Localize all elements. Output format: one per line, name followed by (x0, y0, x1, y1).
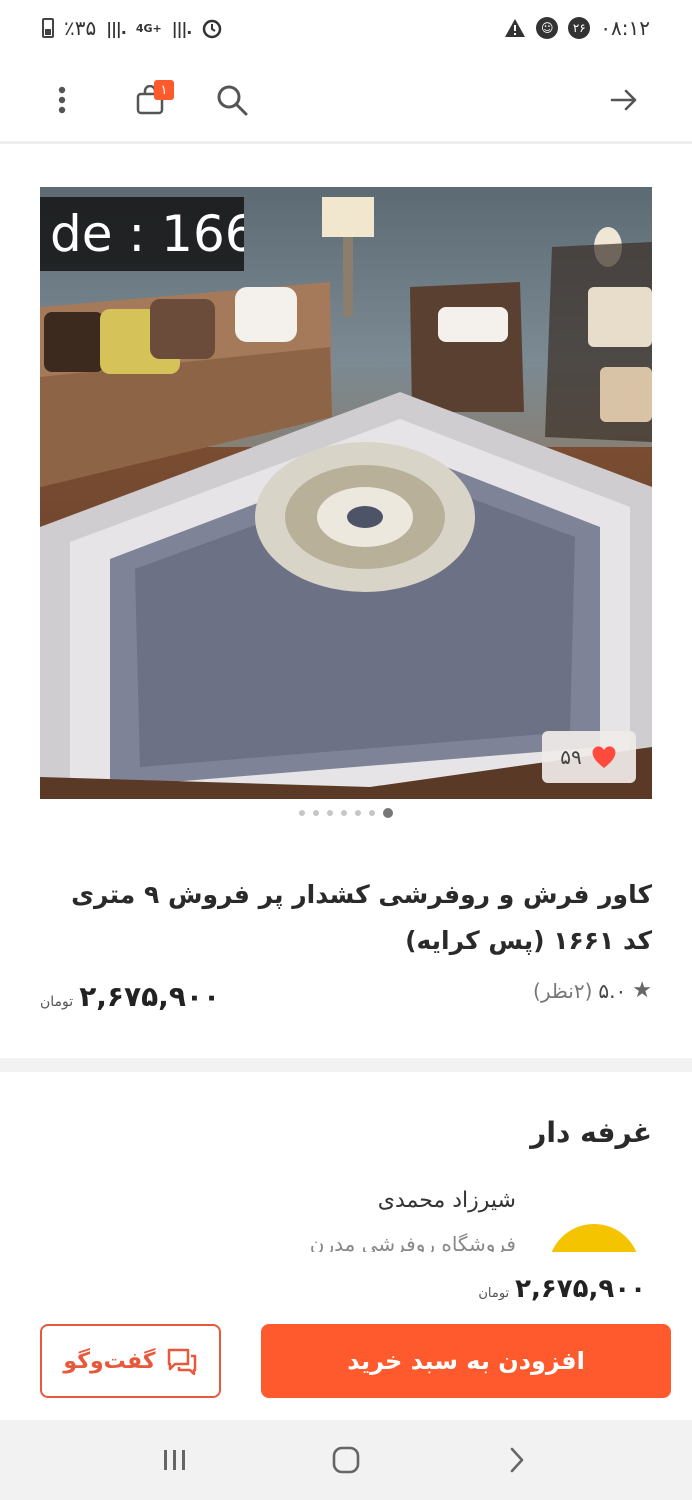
system-nav-bar (0, 1420, 692, 1500)
battery-icon (42, 18, 54, 38)
pager-dot[interactable] (299, 810, 305, 816)
status-left: ٪۳۵ |||. 4G+ |||. (42, 16, 223, 40)
chat-button-label: گفت‌وگو (63, 1348, 156, 1374)
product-code-overlay: de : 1661 (40, 197, 244, 271)
price-amount: ۲,۶۷۵,۹۰۰ (79, 980, 221, 1013)
image-pager (0, 808, 692, 818)
product-code-number: 1661 (161, 205, 244, 263)
cart-badge: ۱ (154, 80, 174, 100)
status-right: ☺ ۲۶ ۰۸:۱۲ (504, 16, 650, 40)
more-options-icon[interactable] (36, 74, 88, 126)
notification-count: ۲۶ (568, 17, 591, 39)
rating-value: ۵.۰ (598, 978, 627, 1003)
warning-icon (505, 19, 526, 37)
app-bar: ۱ (0, 56, 692, 144)
product-title: کاور فرش و روفرشی کشدار پر فروش ۹ متری ک… (71, 880, 652, 955)
bottom-action-bar: تومان ۲,۶۷۵,۹۰۰ گفت‌وگو افزودن به سبد خر… (0, 1252, 692, 1420)
back-nav-icon[interactable] (487, 1430, 547, 1490)
product-price: تومان ۲,۶۷۵,۹۰۰ (40, 980, 220, 1013)
seller-name[interactable]: شیرزاد محمدی (378, 1188, 516, 1213)
pager-dot[interactable] (369, 810, 375, 816)
like-count: ۵۹ (560, 745, 582, 769)
seller-shop-name[interactable]: فروشگاه روفرشی مدرن (310, 1232, 516, 1254)
price-currency: تومان (40, 994, 74, 1010)
signal-icon-2: |||. (171, 18, 193, 38)
add-to-cart-label: افزودن به سبد خرید (347, 1347, 585, 1375)
bottom-price: تومان ۲,۶۷۵,۹۰۰ (478, 1274, 646, 1304)
product-rating[interactable]: ★ ۵.۰ (۲نظر) (533, 978, 652, 1003)
star-icon: ★ (632, 978, 652, 1003)
back-arrow-icon[interactable] (598, 74, 650, 126)
alarm-icon (203, 19, 222, 39)
like-button[interactable]: ۵۹ (542, 731, 636, 783)
cart-button[interactable]: ۱ (124, 74, 176, 126)
face-icon: ☺ (536, 17, 559, 39)
chat-icon (167, 1348, 196, 1375)
signal-icon: |||. (106, 18, 127, 38)
search-icon[interactable] (206, 74, 258, 126)
heart-icon (592, 746, 616, 768)
pager-dot[interactable] (355, 810, 361, 816)
home-icon[interactable] (316, 1430, 376, 1490)
pager-dot[interactable] (313, 810, 319, 816)
pager-dot[interactable] (327, 810, 333, 816)
pager-dot[interactable] (341, 810, 347, 816)
recent-apps-icon[interactable] (145, 1430, 205, 1490)
rug-illustration (40, 197, 652, 799)
status-time: ۰۸:۱۲ (600, 16, 650, 40)
product-image[interactable]: de : 1661 ۵۹ (40, 187, 652, 799)
battery-level: ٪۳۵ (64, 16, 97, 40)
network-type: 4G+ (135, 21, 162, 35)
add-to-cart-button[interactable]: افزودن به سبد خرید (261, 1324, 671, 1398)
pager-dot-active[interactable] (383, 808, 393, 818)
chat-button[interactable]: گفت‌وگو (40, 1324, 221, 1398)
seller-heading: غرفه دار (530, 1116, 652, 1149)
rating-count: (۲نظر) (533, 978, 593, 1003)
section-divider (0, 1058, 692, 1072)
bottom-price-currency: تومان (478, 1286, 510, 1301)
bottom-price-amount: ۲,۶۷۵,۹۰۰ (515, 1274, 646, 1304)
product-code-prefix: de : (50, 205, 162, 263)
status-bar: ٪۳۵ |||. 4G+ |||. ☺ ۲۶ ۰۸:۱۲ (0, 0, 692, 56)
